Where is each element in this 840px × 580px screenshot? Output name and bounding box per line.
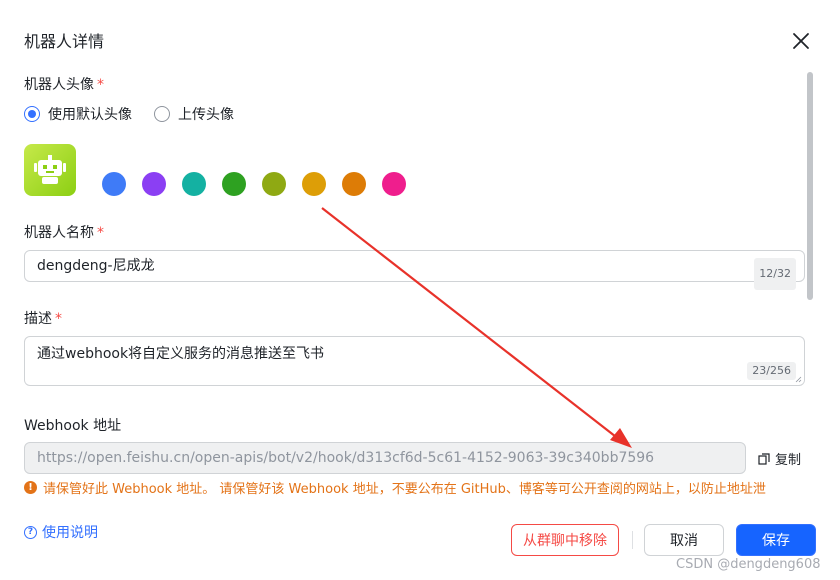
warning-text: 请保管好此 Webhook 地址。 请保管好该 Webhook 地址，不要公布在… <box>43 481 766 497</box>
resize-handle-icon[interactable] <box>795 376 802 383</box>
watermark-text: CSDN @dengdeng608 <box>676 557 821 572</box>
color-swatch-7[interactable] <box>342 172 366 196</box>
copy-label: 复制 <box>775 453 802 468</box>
remove-from-group-button[interactable]: 从群聊中移除 <box>511 524 619 556</box>
radio-unchecked-icon <box>154 106 170 122</box>
scrollbar-thumb[interactable] <box>807 72 813 300</box>
radio-label: 使用默认头像 <box>48 107 132 123</box>
color-swatch-2[interactable] <box>142 172 166 196</box>
radio-checked-icon <box>24 106 40 122</box>
copy-button[interactable]: 复制 <box>758 449 801 468</box>
webhook-url-field[interactable]: https://open.feishu.cn/open-apis/bot/v2/… <box>24 442 746 474</box>
avatar-color-picker <box>102 172 422 196</box>
required-mark: * <box>55 311 62 327</box>
webhook-label: Webhook 地址 <box>24 418 122 434</box>
color-swatch-4[interactable] <box>222 172 246 196</box>
close-icon[interactable] <box>790 30 812 52</box>
webhook-warning: ! 请保管好此 Webhook 地址。 请保管好该 Webhook 地址，不要公… <box>24 476 800 498</box>
description-value: 通过webhook将自定义服务的消息推送至飞书 <box>37 346 325 362</box>
help-label: 使用说明 <box>42 525 98 541</box>
color-swatch-8[interactable] <box>382 172 406 196</box>
color-swatch-1[interactable] <box>102 172 126 196</box>
robot-avatar <box>24 144 76 196</box>
warning-icon: ! <box>24 480 37 494</box>
radio-label: 上传头像 <box>178 107 234 123</box>
avatar-label: 机器人头像 * <box>24 77 104 93</box>
cancel-button[interactable]: 取消 <box>644 524 724 556</box>
robot-name-value: dengdeng-尼成龙 <box>37 258 155 274</box>
description-char-counter: 23/256 <box>747 362 796 380</box>
avatar-option-group: 使用默认头像 上传头像 <box>24 104 256 124</box>
robot-icon <box>34 155 66 184</box>
color-swatch-6[interactable] <box>302 172 326 196</box>
radio-upload-avatar[interactable]: 上传头像 <box>154 104 234 124</box>
required-mark: * <box>97 77 104 93</box>
color-swatch-5[interactable] <box>262 172 286 196</box>
radio-default-avatar[interactable]: 使用默认头像 <box>24 104 132 124</box>
description-label: 描述 * <box>24 311 62 327</box>
footer-divider <box>632 531 633 549</box>
question-icon: ? <box>24 525 37 539</box>
copy-icon <box>758 452 770 465</box>
description-textarea[interactable]: 通过webhook将自定义服务的消息推送至飞书 23/256 <box>24 336 805 386</box>
save-button[interactable]: 保存 <box>736 524 816 556</box>
color-swatch-3[interactable] <box>182 172 206 196</box>
dialog-title: 机器人详情 <box>24 32 105 51</box>
help-link[interactable]: ? 使用说明 <box>24 522 98 542</box>
required-mark: * <box>97 225 104 241</box>
name-label: 机器人名称 * <box>24 225 104 241</box>
name-char-counter: 12/32 <box>754 258 796 290</box>
robot-detail-dialog: 机器人详情 机器人头像 * 使用默认头像 上传头像 机器人名称 * dengde… <box>0 0 840 580</box>
robot-name-input[interactable]: dengdeng-尼成龙 12/32 <box>24 250 805 290</box>
